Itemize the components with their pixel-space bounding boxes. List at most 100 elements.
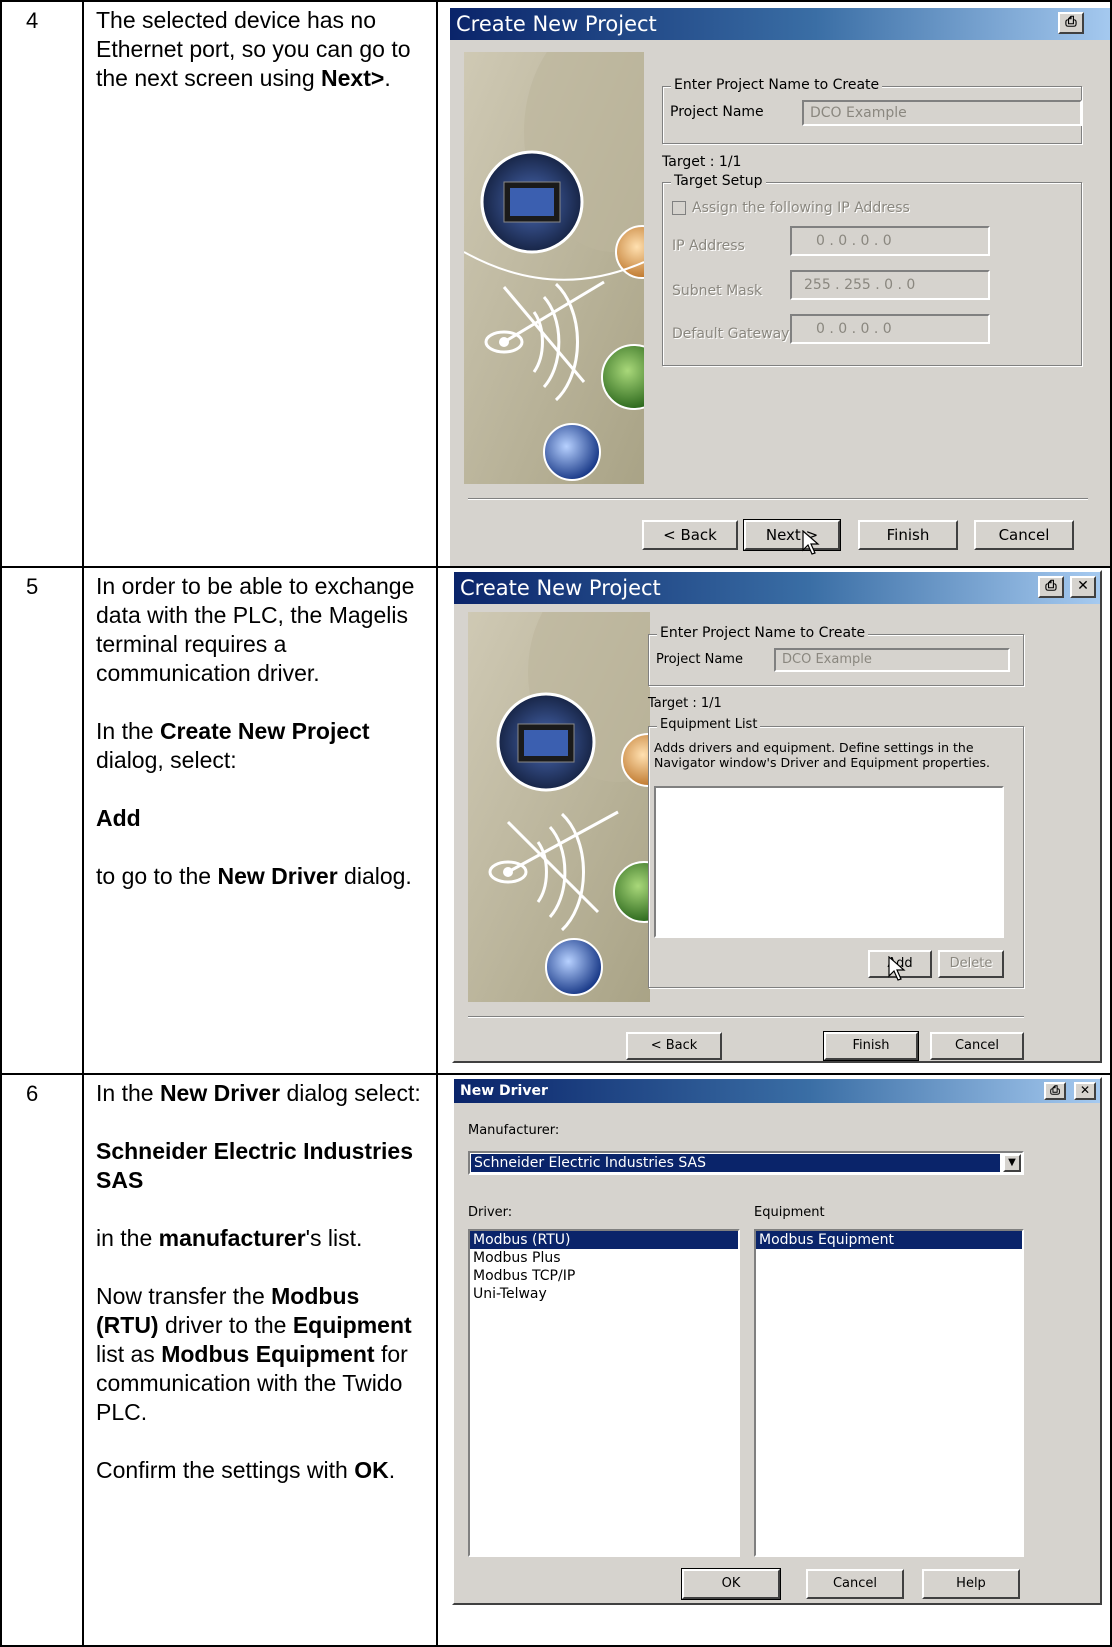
help-button[interactable]: Help [922, 1569, 1020, 1599]
subnet-mask-label: Subnet Mask [672, 283, 763, 299]
driver-label: Driver: [468, 1205, 513, 1220]
ok-button[interactable]: OK [681, 1568, 781, 1600]
bold-term: Create New Project [159, 718, 370, 744]
mouse-cursor-icon [888, 956, 906, 981]
project-name-input[interactable]: DCO Example [774, 648, 1010, 672]
list-item[interactable]: Modbus Equipment [756, 1231, 1022, 1249]
equipment-label: Equipment [754, 1205, 825, 1220]
cancel-button[interactable]: Cancel [806, 1569, 904, 1599]
ip-address-input[interactable]: 0 . 0 . 0 . 0 [790, 226, 990, 256]
equipment-list[interactable] [654, 786, 1004, 938]
project-name-input[interactable]: DCO Example [802, 100, 1082, 126]
list-item[interactable]: Uni-Telway [470, 1285, 738, 1303]
description-paragraph: In the Create New Project dialog, select… [96, 717, 426, 775]
list-item[interactable]: Modbus Plus [470, 1249, 738, 1267]
list-item[interactable]: Modbus TCP/IP [470, 1267, 738, 1285]
dialog-title: Create New Project [456, 12, 657, 36]
target-label: Target : 1/1 [648, 696, 722, 711]
text-run: driver to the [158, 1312, 293, 1338]
description-paragraph: in the manufacturer's list. [96, 1224, 426, 1253]
description-paragraph: Add [96, 804, 426, 833]
bold-term: Schneider Electric Industries SAS [96, 1138, 414, 1193]
button-separator [468, 1016, 1024, 1018]
manufacturer-select[interactable]: Schneider Electric Industries SAS ▼ [468, 1151, 1024, 1175]
step-description: In order to be able to exchange data wit… [84, 568, 438, 1073]
cancel-button[interactable]: Cancel [974, 520, 1074, 550]
dialog-titlebar: Create New Project ⎙ ✕ [454, 572, 1100, 604]
step-screenshot: Create New Project ⎙ ✕ Enter Project Nam… [438, 568, 1110, 1073]
printer-icon[interactable]: ⎙ [1058, 12, 1084, 34]
description-paragraph: Now transfer the Modbus (RTU) driver to … [96, 1282, 426, 1427]
bold-term: New Driver [159, 1080, 281, 1106]
finish-button[interactable]: Finish [823, 1031, 919, 1061]
project-name-label: Project Name [656, 652, 743, 667]
text-run: list as [96, 1341, 162, 1367]
step-number: 5 [2, 568, 84, 1073]
subnet-mask-input[interactable]: 255 . 255 . 0 . 0 [790, 270, 990, 300]
bold-term: Add [96, 805, 141, 831]
text-run: Now transfer the [96, 1283, 272, 1309]
step-number: 6 [2, 1075, 84, 1645]
bold-term: Modbus Equipment [161, 1341, 375, 1367]
text-run: In the [96, 1080, 160, 1106]
text-run: In the [96, 718, 160, 744]
description-paragraph: Confirm the settings with OK. [96, 1456, 426, 1485]
dialog-title: Create New Project [460, 576, 661, 600]
text-run: 's list. [305, 1225, 363, 1251]
create-project-dialog: Create New Project ⎙ Enter Project Name … [448, 6, 1110, 566]
bold-term: Equipment [292, 1312, 412, 1338]
equipment-help-text: Adds drivers and equipment. Define setti… [654, 740, 990, 770]
text-run: to go to the [96, 863, 218, 889]
next-button[interactable]: Next > [743, 519, 841, 551]
text-run: . [388, 1457, 396, 1483]
printer-icon[interactable]: ⎙ [1044, 1082, 1066, 1100]
chevron-down-icon[interactable]: ▼ [1003, 1154, 1021, 1172]
text-run: in the [96, 1225, 159, 1251]
dialog-titlebar: New Driver ⎙ ✕ [454, 1079, 1100, 1103]
default-gateway-input[interactable]: 0 . 0 . 0 . 0 [790, 314, 990, 344]
assign-ip-checkbox[interactable] [672, 201, 686, 215]
delete-button[interactable]: Delete [938, 950, 1004, 978]
manufacturer-label: Manufacturer: [468, 1123, 560, 1138]
wizard-banner-image [468, 612, 650, 1002]
step-description: The selected device has no Ethernet port… [84, 2, 438, 566]
ip-address-label: IP Address [672, 238, 745, 254]
create-project-dialog: Create New Project ⎙ ✕ Enter Project Nam… [452, 570, 1102, 1063]
driver-list[interactable]: Modbus (RTU) Modbus Plus Modbus TCP/IP Uni-… [468, 1229, 740, 1557]
close-icon[interactable]: ✕ [1070, 576, 1096, 598]
new-driver-dialog: New Driver ⎙ ✕ Manufacturer: Schneider E… [452, 1077, 1102, 1605]
description-paragraph: In the New Driver dialog select: [96, 1079, 426, 1108]
assign-ip-label: Assign the following IP Address [692, 200, 910, 216]
default-gateway-label: Default Gateway [672, 326, 790, 342]
text-run: dialog, select: [96, 747, 237, 773]
step-number: 4 [2, 2, 84, 566]
step-row-5: 5 In order to be able to exchange data w… [0, 566, 1112, 1073]
back-button[interactable]: < Back [626, 1032, 722, 1060]
bold-term: manufacturer [158, 1225, 306, 1251]
list-item[interactable]: Modbus (RTU) [470, 1231, 738, 1249]
close-icon[interactable]: ✕ [1074, 1082, 1096, 1100]
target-label: Target : 1/1 [662, 154, 742, 170]
step-screenshot: New Driver ⎙ ✕ Manufacturer: Schneider E… [438, 1075, 1110, 1645]
step-row-6: 6 In the New Driver dialog select: Schnei… [0, 1073, 1112, 1647]
finish-button[interactable]: Finish [858, 520, 958, 550]
description-paragraph: In order to be able to exchange data wit… [96, 572, 426, 688]
wizard-banner-image [464, 52, 644, 484]
bold-term: OK [354, 1457, 389, 1483]
step-description: In the New Driver dialog select: Schneide… [84, 1075, 438, 1645]
equipment-list[interactable]: Modbus Equipment [754, 1229, 1024, 1557]
dialog-title: New Driver [460, 1083, 548, 1099]
button-separator [468, 498, 1088, 500]
printer-icon[interactable]: ⎙ [1038, 576, 1064, 598]
cancel-button[interactable]: Cancel [930, 1032, 1024, 1060]
dialog-titlebar: Create New Project ⎙ [450, 8, 1110, 40]
text-run: . [384, 65, 391, 91]
text-run: dialog. [337, 863, 412, 889]
step-row-4: 4 The selected device has no Ethernet po… [0, 0, 1112, 566]
description-paragraph: The selected device has no Ethernet port… [96, 6, 426, 93]
step-screenshot: Create New Project ⎙ Enter Project Name … [438, 2, 1110, 566]
description-paragraph: to go to the New Driver dialog. [96, 862, 426, 891]
back-button[interactable]: < Back [642, 520, 738, 550]
project-name-label: Project Name [670, 104, 764, 120]
bold-term: New Driver [217, 863, 338, 889]
